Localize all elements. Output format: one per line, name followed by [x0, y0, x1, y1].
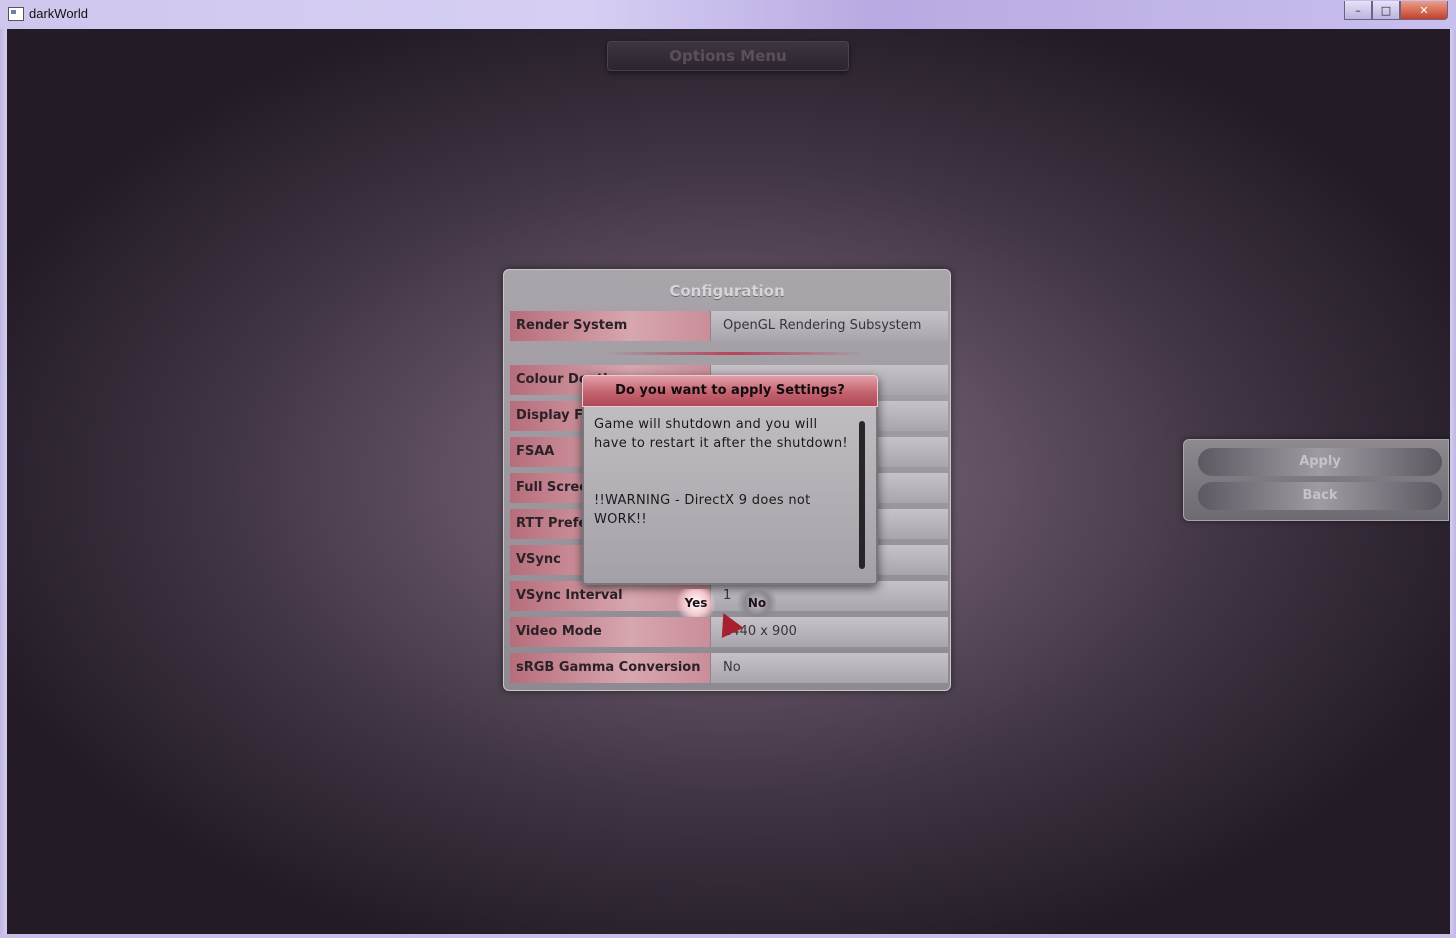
apply-settings-dialog: Do you want to apply Settings? Game will… [582, 375, 878, 585]
config-label: sRGB Gamma Conversion [510, 653, 710, 683]
game-viewport: Options Menu Configuration Render System… [7, 29, 1450, 934]
side-button-panel: Apply Back [1183, 439, 1449, 521]
window-frame-left [0, 29, 7, 938]
configuration-title: Configuration [669, 282, 785, 300]
window-frame-right [1450, 29, 1456, 938]
minimize-button[interactable]: – [1344, 1, 1372, 20]
dialog-title: Do you want to apply Settings? [582, 375, 878, 407]
dialog-message-line: Game will shutdown and you will have to … [594, 417, 848, 451]
config-row-vsync-interval[interactable]: VSync Interval 1 [510, 581, 948, 611]
config-row-srgb-gamma[interactable]: sRGB Gamma Conversion No [510, 653, 948, 683]
close-button[interactable]: ✕ [1400, 1, 1448, 20]
config-row-render-system[interactable]: Render System OpenGL Rendering Subsystem [510, 311, 948, 341]
apply-button[interactable]: Apply [1198, 448, 1442, 476]
config-value[interactable]: 1440 x 900 [710, 617, 948, 647]
config-label: Render System [510, 311, 710, 341]
config-value[interactable]: No [710, 653, 948, 683]
window-controls: – □ ✕ [1344, 1, 1448, 20]
dialog-scrollbar[interactable] [859, 421, 865, 569]
dialog-message: Game will shutdown and you will have to … [594, 415, 850, 529]
no-button[interactable]: No [734, 589, 780, 617]
yes-button[interactable]: Yes [673, 589, 719, 617]
app-window-icon [8, 7, 24, 21]
separator [604, 352, 864, 355]
config-label: Video Mode [510, 617, 710, 647]
back-button[interactable]: Back [1198, 482, 1442, 510]
window-title: darkWorld [29, 6, 89, 21]
config-value[interactable]: OpenGL Rendering Subsystem [710, 311, 948, 341]
window-titlebar: darkWorld – □ ✕ [0, 0, 1456, 30]
maximize-button[interactable]: □ [1372, 1, 1400, 20]
options-menu-title: Options Menu [607, 41, 849, 71]
dialog-warning-line: !!WARNING - DirectX 9 does not WORK!! [594, 493, 811, 527]
window-frame-bottom [0, 934, 1456, 938]
